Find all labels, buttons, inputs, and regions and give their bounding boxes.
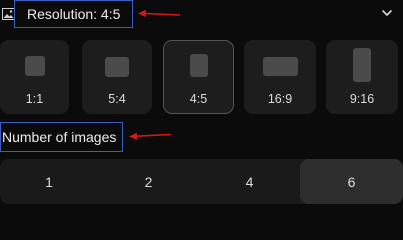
resolution-header[interactable]: Resolution: 4:5: [0, 0, 403, 30]
ratio-4-5-icon: [190, 54, 208, 77]
resolution-label: Resolution: 4:5: [27, 6, 121, 22]
ratio-option-9-16[interactable]: 9:16: [326, 40, 398, 114]
annotation-arrow-icon: [129, 132, 172, 140]
ratio-label: 16:9: [267, 92, 293, 106]
count-option-4[interactable]: 4: [199, 159, 300, 204]
chevron-down-icon[interactable]: [381, 8, 393, 18]
number-of-images-label: Number of images: [2, 129, 117, 145]
image-count-selector: 1 2 4 6: [0, 159, 403, 204]
number-of-images-highlight: Number of images: [0, 122, 123, 152]
ratio-label: 5:4: [108, 92, 126, 106]
ratio-label: 9:16: [349, 92, 375, 106]
ratio-option-5-4[interactable]: 5:4: [82, 40, 152, 114]
image-settings-panel: Resolution: 4:5 1:1 5:4 4:5 16:9 9:16 Nu…: [0, 0, 403, 209]
ratio-5-4-icon: [105, 57, 129, 77]
count-option-1[interactable]: 1: [0, 159, 98, 204]
count-option-2[interactable]: 2: [98, 159, 199, 204]
ratio-1-1-icon: [25, 56, 45, 76]
ratio-option-1-1[interactable]: 1:1: [0, 40, 69, 114]
ratio-label: 1:1: [25, 92, 44, 106]
ratio-9-16-icon: [353, 48, 371, 82]
count-option-6[interactable]: 6: [300, 159, 403, 204]
resolution-label-highlight: Resolution: 4:5: [14, 0, 133, 28]
ratio-option-4-5[interactable]: 4:5: [163, 40, 234, 114]
ratio-16-9-icon: [263, 57, 298, 76]
ratio-label: 4:5: [189, 92, 208, 106]
ratio-option-16-9[interactable]: 16:9: [244, 40, 316, 114]
annotation-arrow-icon: [138, 9, 181, 17]
